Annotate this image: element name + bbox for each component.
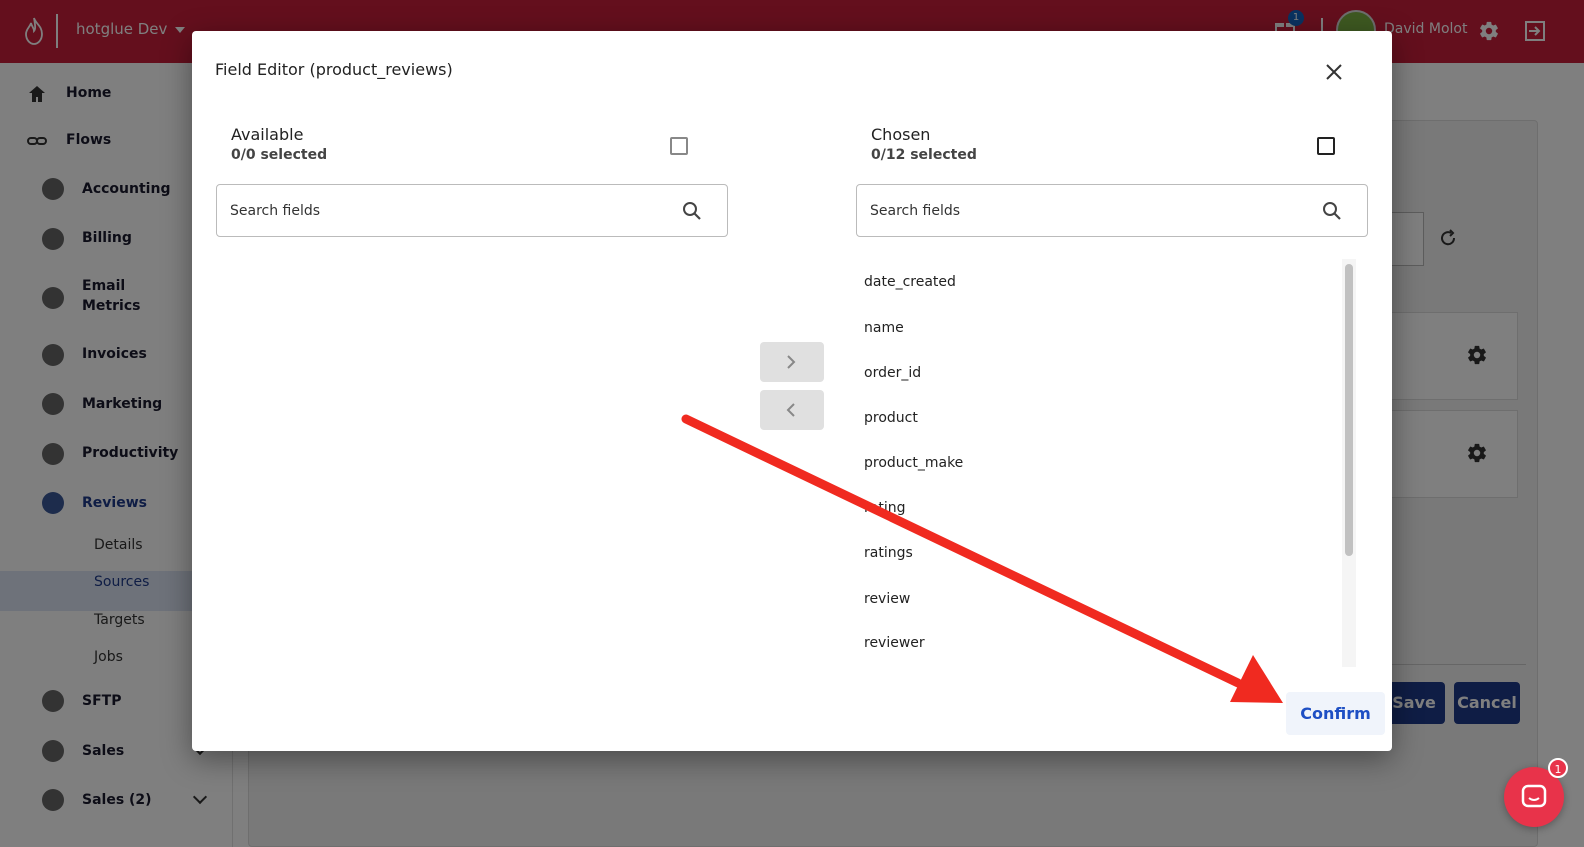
list-item[interactable]: rating <box>864 500 905 516</box>
move-right-button[interactable] <box>760 342 824 382</box>
chosen-search-box <box>856 184 1368 237</box>
search-icon[interactable] <box>681 200 703 222</box>
list-item[interactable]: ratings <box>864 545 913 561</box>
confirm-button[interactable]: Confirm <box>1286 692 1385 735</box>
chosen-search-input[interactable] <box>870 199 1310 223</box>
list-item[interactable]: reviewer <box>864 635 925 651</box>
available-search-box <box>216 184 728 237</box>
chosen-field-list: date_created name order_id product produ… <box>847 259 1337 671</box>
available-select-all-checkbox[interactable] <box>670 137 688 155</box>
field-editor-modal: Field Editor (product_reviews) Available… <box>192 31 1392 751</box>
close-icon[interactable] <box>1325 63 1343 81</box>
chat-icon <box>1521 784 1547 808</box>
list-item[interactable]: product <box>864 410 918 426</box>
list-item[interactable]: name <box>864 320 904 336</box>
chosen-select-all-checkbox[interactable] <box>1317 137 1335 155</box>
move-left-button[interactable] <box>760 390 824 430</box>
list-item[interactable]: product_make <box>864 455 963 471</box>
chosen-count: 0/12 selected <box>871 147 977 163</box>
list-item[interactable]: order_id <box>864 365 921 381</box>
modal-title: Field Editor (product_reviews) <box>215 60 453 79</box>
chat-notification-badge: 1 <box>1548 758 1568 778</box>
available-title: Available <box>231 125 304 144</box>
chevron-left-icon <box>786 403 795 417</box>
search-icon[interactable] <box>1321 200 1343 222</box>
chosen-title: Chosen <box>871 125 931 144</box>
scrollbar[interactable] <box>1342 259 1356 667</box>
list-item[interactable]: review <box>864 591 910 607</box>
list-item[interactable]: date_created <box>864 274 956 290</box>
scrollbar-thumb[interactable] <box>1345 264 1353 556</box>
chevron-right-icon <box>787 355 796 369</box>
available-count: 0/0 selected <box>231 147 328 163</box>
available-search-input[interactable] <box>230 199 670 223</box>
